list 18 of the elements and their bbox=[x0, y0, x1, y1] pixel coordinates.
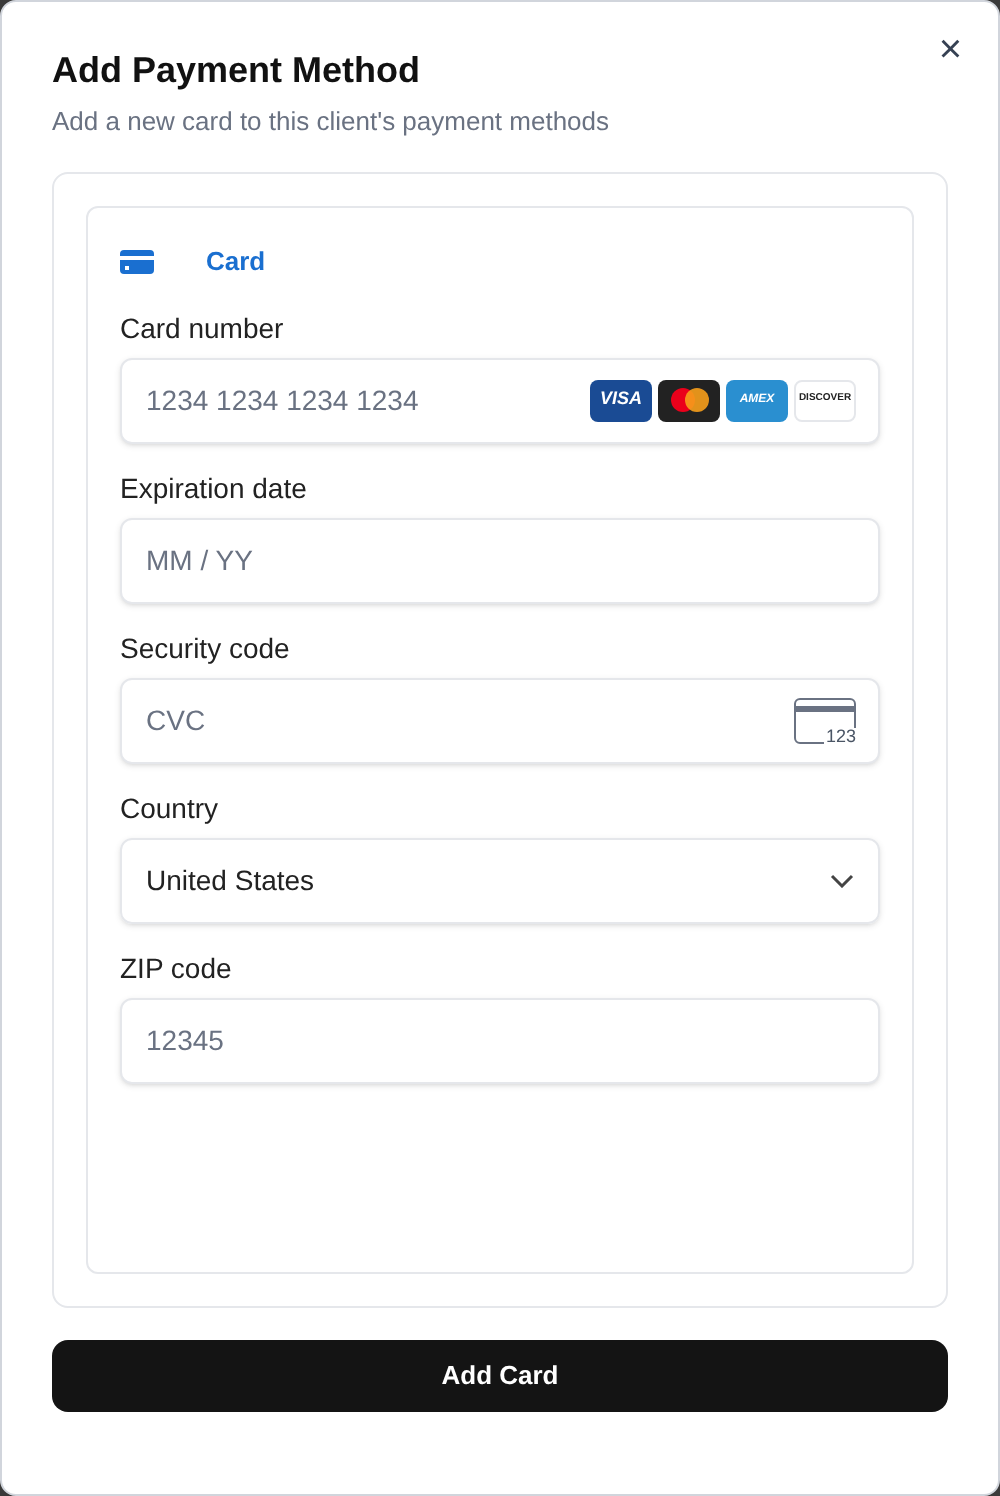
dialog-title: Add Payment Method bbox=[52, 48, 423, 94]
field-label: Expiration date bbox=[120, 469, 309, 507]
add-card-button[interactable]: Add Card bbox=[52, 1339, 948, 1411]
cvc-card-icon: 123 bbox=[794, 697, 856, 743]
card-tab[interactable]: Card bbox=[120, 241, 266, 281]
input-field[interactable]: MM / YY bbox=[120, 517, 880, 603]
close-button[interactable]: × bbox=[938, 30, 962, 70]
dialog-subtitle: Add a new card to this client's payment methods bbox=[52, 104, 612, 140]
visa-logo: VISA bbox=[590, 379, 652, 421]
field-label: Country bbox=[120, 789, 221, 827]
mastercard-logo bbox=[658, 379, 720, 421]
field-label: Security code bbox=[120, 629, 292, 667]
chevron-down-icon bbox=[830, 873, 854, 887]
country-select[interactable]: United States bbox=[120, 837, 880, 923]
card-icon bbox=[120, 249, 154, 273]
field-label: Card number bbox=[120, 309, 286, 347]
field-label: ZIP code bbox=[120, 949, 234, 987]
input-field[interactable]: 12345 bbox=[120, 997, 880, 1083]
